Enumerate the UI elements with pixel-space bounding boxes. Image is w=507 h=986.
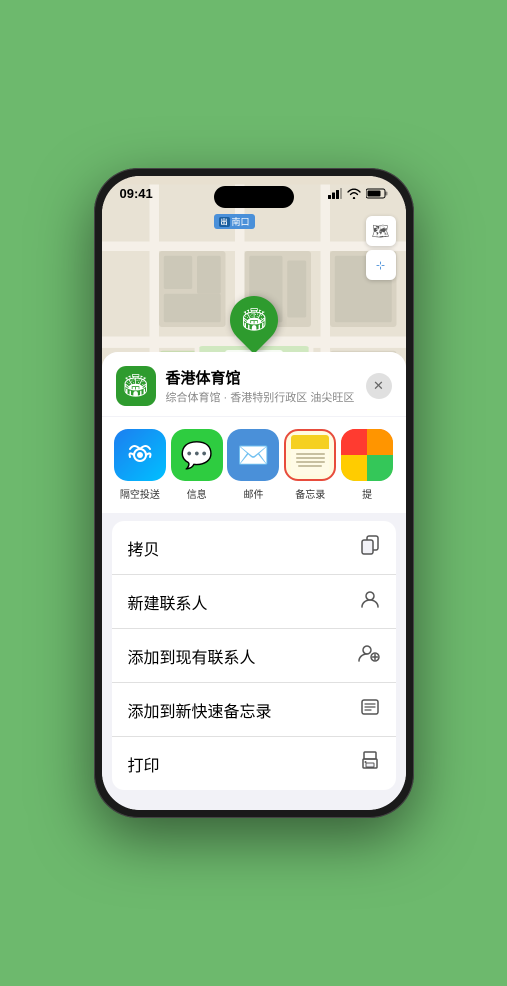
new-contact-label: 新建联系人	[128, 590, 208, 614]
share-airdrop[interactable]: 隔空投送	[112, 429, 169, 501]
add-contact-label: 添加到现有联系人	[128, 644, 256, 668]
map-label: 出 南口	[214, 214, 255, 229]
share-row: 隔空投送 💬 信息 ✉️ 邮件	[102, 417, 406, 513]
mail-icon: ✉️	[227, 429, 279, 481]
share-more[interactable]: 提	[339, 429, 396, 501]
airdrop-label: 隔空投送	[120, 486, 160, 501]
action-add-to-contact[interactable]: 添加到现有联系人	[112, 629, 396, 683]
print-label: 打印	[128, 752, 160, 776]
notes-app-icon	[284, 429, 336, 481]
notes-label: 备忘录	[295, 486, 325, 501]
copy-label: 拷贝	[128, 536, 160, 560]
venue-info: 香港体育馆 综合体育馆 · 香港特别行政区 油尖旺区	[166, 367, 366, 405]
battery-icon	[366, 188, 388, 199]
action-copy[interactable]: 拷贝	[112, 521, 396, 575]
quick-note-icon	[360, 697, 380, 722]
compass-btn[interactable]: ⊹	[366, 250, 396, 280]
bottom-sheet: 🏟 香港体育馆 综合体育馆 · 香港特别行政区 油尖旺区 ✕	[102, 352, 406, 810]
more-icon	[341, 429, 393, 481]
close-button[interactable]: ✕	[366, 373, 392, 399]
share-notes[interactable]: 备忘录	[282, 429, 339, 501]
print-icon	[360, 751, 380, 776]
phone-frame: 09:41	[94, 168, 414, 818]
sheet-header: 🏟 香港体育馆 综合体育馆 · 香港特别行政区 油尖旺区 ✕	[102, 352, 406, 416]
add-contact-icon	[358, 643, 380, 668]
share-mail[interactable]: ✉️ 邮件	[225, 429, 282, 501]
dynamic-island	[214, 186, 294, 208]
messages-icon: 💬	[171, 429, 223, 481]
airdrop-icon	[114, 429, 166, 481]
action-quick-note[interactable]: 添加到新快速备忘录	[112, 683, 396, 737]
venue-icon: 🏟	[116, 366, 156, 406]
messages-label: 信息	[187, 486, 207, 501]
mail-label: 邮件	[243, 486, 263, 501]
wifi-icon	[347, 188, 361, 199]
new-contact-icon	[360, 589, 380, 614]
pin-icon: 🏟	[220, 286, 288, 354]
venue-name: 香港体育馆	[166, 367, 366, 388]
action-print[interactable]: 打印	[112, 737, 396, 790]
phone-screen: 09:41	[102, 176, 406, 810]
signal-icon	[328, 188, 342, 199]
action-new-contact[interactable]: 新建联系人	[112, 575, 396, 629]
status-icons	[328, 188, 388, 199]
copy-icon	[360, 535, 380, 560]
share-messages[interactable]: 💬 信息	[168, 429, 225, 501]
status-time: 09:41	[120, 186, 153, 201]
quick-note-label: 添加到新快速备忘录	[128, 698, 272, 722]
venue-desc: 综合体育馆 · 香港特别行政区 油尖旺区	[166, 389, 366, 405]
more-label: 提	[362, 486, 372, 501]
map-view-toggle[interactable]: 🗺	[366, 216, 396, 246]
action-list: 拷贝 新建联系人	[112, 521, 396, 790]
map-controls: 🗺 ⊹	[366, 216, 396, 284]
